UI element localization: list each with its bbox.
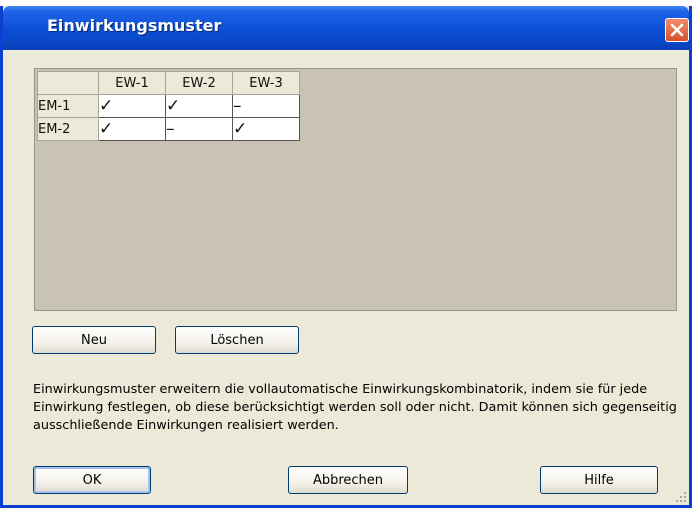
resize-grip-icon[interactable]	[675, 491, 687, 503]
column-header[interactable]: EW-3	[232, 71, 300, 95]
matrix-header-row: EW-1 EW-2 EW-3	[37, 71, 300, 95]
matrix-cell[interactable]: ✓	[98, 94, 166, 118]
matrix-cell[interactable]: –	[232, 94, 300, 118]
matrix-cell[interactable]: ✓	[232, 117, 300, 141]
matrix-cell[interactable]: –	[165, 117, 233, 141]
row-header[interactable]: EM-2	[37, 117, 99, 141]
matrix-row: EM-2 ✓ – ✓	[37, 117, 300, 141]
row-header[interactable]: EM-1	[37, 94, 99, 118]
delete-button-label: Löschen	[210, 332, 264, 348]
matrix-row: EM-1 ✓ ✓ –	[37, 94, 300, 118]
ok-button[interactable]: OK	[33, 466, 151, 494]
help-button[interactable]: Hilfe	[540, 466, 658, 494]
column-header[interactable]: EW-2	[165, 71, 233, 95]
titlebar[interactable]: Einwirkungsmuster	[3, 6, 689, 50]
cancel-button-label: Abbrechen	[312, 472, 384, 488]
matrix-cell[interactable]: ✓	[98, 117, 166, 141]
ok-button-label: OK	[82, 472, 102, 488]
matrix-cell[interactable]: ✓	[165, 94, 233, 118]
dialog: Einwirkungsmuster EW-1 EW-2 EW-3 EM-1 ✓ …	[0, 6, 692, 508]
help-button-label: Hilfe	[584, 472, 614, 488]
cancel-button[interactable]: Abbrechen	[288, 466, 408, 494]
delete-button[interactable]: Löschen	[175, 326, 299, 354]
description-text: Einwirkungsmuster erweitern die vollauto…	[33, 382, 677, 433]
new-button[interactable]: Neu	[32, 326, 156, 354]
close-icon	[670, 23, 684, 37]
window-title: Einwirkungsmuster	[47, 16, 222, 35]
pattern-matrix: EW-1 EW-2 EW-3 EM-1 ✓ ✓ – EM-2 ✓ – ✓	[37, 71, 300, 141]
close-button[interactable]	[665, 18, 689, 42]
matrix-corner	[37, 71, 99, 95]
column-header[interactable]: EW-1	[98, 71, 166, 95]
matrix-area: EW-1 EW-2 EW-3 EM-1 ✓ ✓ – EM-2 ✓ – ✓	[34, 68, 677, 311]
new-button-label: Neu	[81, 332, 107, 348]
